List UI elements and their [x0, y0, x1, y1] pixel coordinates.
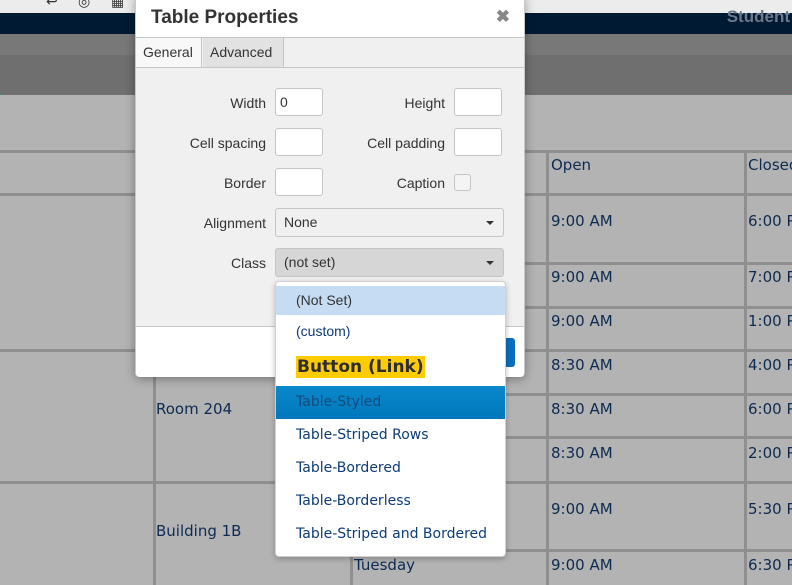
- table-rule: [153, 349, 156, 585]
- class-value: (not set): [284, 254, 336, 270]
- closed-cell: 6:00 P: [748, 400, 792, 418]
- dialog-tabs: General Advanced: [136, 38, 524, 68]
- class-option-table-striped-rows[interactable]: Table-Striped Rows: [276, 419, 505, 452]
- class-option-table-striped-bordered[interactable]: Table-Striped and Bordered: [276, 518, 505, 551]
- class-dropdown-list: (Not Set) (custom) Button (Link) Table-S…: [275, 281, 506, 557]
- border-label: Border: [223, 175, 266, 191]
- class-option-table-styled[interactable]: Table-Styled: [276, 386, 505, 419]
- cell-spacing-input[interactable]: [275, 128, 323, 156]
- open-cell: 9:00 AM: [551, 500, 613, 518]
- alignment-label: Alignment: [203, 215, 266, 231]
- location-cell: Room 204: [156, 400, 233, 418]
- closed-cell: 6:00 P: [748, 212, 792, 230]
- cell-padding-label: Cell padding: [367, 135, 445, 151]
- chevron-down-icon: [486, 261, 494, 265]
- class-option-table-borderless[interactable]: Table-Borderless: [276, 485, 505, 518]
- class-option-table-bordered[interactable]: Table-Bordered: [276, 452, 505, 485]
- close-icon[interactable]: ✖: [496, 7, 510, 27]
- cell-spacing-label: Cell spacing: [189, 135, 266, 151]
- alignment-value: None: [284, 214, 318, 230]
- closed-cell: 1:00 P: [748, 312, 792, 330]
- closed-cell: 5:30 P: [748, 500, 792, 518]
- alignment-select[interactable]: None: [275, 208, 504, 237]
- closed-cell: 2:00 P: [748, 444, 792, 462]
- class-option-button-link[interactable]: Button (Link): [276, 348, 505, 386]
- closed-cell: 4:00 P: [748, 356, 792, 374]
- target-icon[interactable]: ◎: [78, 0, 94, 8]
- open-cell: 9:00 AM: [551, 212, 613, 230]
- open-cell: 9:00 AM: [551, 268, 613, 286]
- header-closed: Closed: [748, 156, 792, 174]
- open-cell: 8:30 AM: [551, 400, 613, 418]
- class-option-not-set[interactable]: (Not Set): [276, 286, 505, 315]
- class-select[interactable]: (not set): [275, 248, 504, 277]
- day-cell: Tuesday: [354, 556, 416, 574]
- table-rule: [546, 150, 549, 585]
- class-option-label: Button (Link): [296, 356, 425, 378]
- location-cell: Building 1B: [156, 522, 242, 540]
- table-rule: [744, 150, 747, 585]
- border-input[interactable]: [275, 168, 323, 196]
- tab-general[interactable]: General: [136, 38, 202, 67]
- width-input[interactable]: [275, 88, 323, 116]
- tab-advanced[interactable]: Advanced: [203, 38, 284, 67]
- open-cell: 8:30 AM: [551, 444, 613, 462]
- nav-user-link[interactable]: Student: [727, 7, 790, 27]
- height-input[interactable]: [454, 88, 502, 116]
- height-label: Height: [404, 95, 445, 111]
- closed-cell: 7:00 P: [748, 268, 792, 286]
- width-label: Width: [230, 95, 266, 111]
- open-cell: 9:00 AM: [551, 556, 613, 574]
- closed-cell: 6:30 P: [748, 556, 792, 574]
- open-cell: 9:00 AM: [551, 312, 613, 330]
- undo-icon[interactable]: ↩: [46, 0, 62, 8]
- class-option-custom[interactable]: (custom): [276, 315, 505, 348]
- header-open: Open: [551, 156, 592, 174]
- caption-label: Caption: [396, 175, 445, 191]
- open-cell: 8:30 AM: [551, 356, 613, 374]
- cell-padding-input[interactable]: [454, 128, 502, 156]
- dialog-header: Table Properties ✖: [136, 0, 524, 38]
- caption-checkbox[interactable]: [454, 174, 471, 191]
- class-label: Class: [230, 255, 266, 271]
- dialog-title: Table Properties: [151, 7, 299, 28]
- calendar-icon[interactable]: ▦: [111, 0, 127, 8]
- chevron-down-icon: [486, 221, 494, 225]
